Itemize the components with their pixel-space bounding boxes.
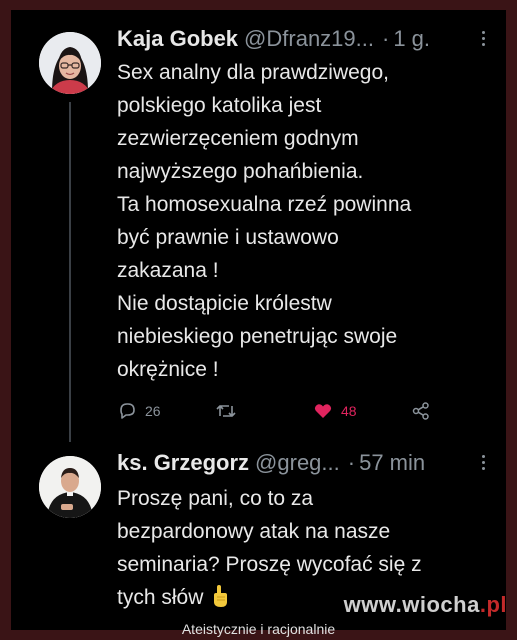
separator-dot: · — [381, 26, 390, 51]
avatar-priest-image — [39, 456, 101, 518]
tweet-text-line: okrężnice ! — [117, 358, 219, 381]
tweet-time[interactable]: 57 min — [359, 450, 425, 476]
tweet-text: Sex analny dla prawdziwego, polskiego ka… — [117, 56, 492, 386]
retweet-button[interactable] — [215, 401, 313, 421]
tweet-text-line: seminaria? Proszę wycofać się z — [117, 553, 422, 576]
watermark-suffix: .pl — [479, 592, 507, 617]
author-handle[interactable]: @Dfranz19... — [244, 26, 374, 52]
tweet-text-line: Proszę pani, co to za — [117, 487, 314, 510]
reply-button[interactable]: 26 — [117, 401, 215, 421]
heart-icon — [314, 404, 332, 418]
tweet-text-line: najwyższego pohańbienia. — [117, 160, 364, 183]
author-handle[interactable]: @greg... — [255, 450, 340, 476]
tweet-header: Kaja Gobek @Dfranz19... · 1 g. — [117, 24, 490, 54]
tweet-text-line: Ta homosexualna rzeź powinna — [117, 193, 412, 216]
share-icon — [412, 402, 429, 420]
like-count: 48 — [341, 403, 357, 419]
retweet-icon — [216, 405, 236, 417]
caption: Ateistycznie i racjonalnie — [181, 621, 336, 637]
more-options-icon[interactable] — [476, 453, 490, 473]
tweet-text-line: bezpardonowy atak na nasze — [117, 520, 391, 543]
share-button[interactable] — [411, 401, 431, 421]
thread-connector-line — [69, 102, 71, 442]
tweet-text-line: polskiego katolika jest — [117, 94, 322, 117]
reply-count: 26 — [145, 403, 161, 419]
watermark: www.wiocha.pl — [344, 592, 507, 618]
avatar[interactable] — [39, 32, 101, 94]
tweet-text-line: zakazana ! — [117, 259, 219, 282]
pointing-up-emoji-icon — [211, 584, 229, 618]
separator-dot: · — [347, 450, 356, 475]
tweet-kaja-gobek[interactable]: Kaja Gobek @Dfranz19... · 1 g. Sex analn… — [11, 10, 506, 442]
tweet-actions: 26 48 — [117, 398, 431, 424]
author-name[interactable]: ks. Grzegorz — [117, 450, 249, 476]
more-options-icon[interactable] — [476, 29, 490, 49]
tweet-thread: Kaja Gobek @Dfranz19... · 1 g. Sex analn… — [11, 10, 506, 630]
watermark-main: www.wiocha — [343, 592, 480, 617]
author-name[interactable]: Kaja Gobek — [117, 26, 238, 52]
tweet-text-line: tych słów — [117, 586, 204, 609]
avatar-woman-image — [39, 32, 101, 94]
tweet-header: ks. Grzegorz @greg... · 57 min — [117, 448, 490, 478]
tweet-text-line: być prawnie i ustawowo — [117, 226, 339, 249]
tweet-text-line: Sex analny dla prawdziwego, — [117, 61, 389, 84]
tweet-text-line: Nie dostąpicie królestw — [117, 292, 332, 315]
tweet-text-line: zezwierzęceniem godnym — [117, 127, 359, 150]
tweet-time[interactable]: 1 g. — [393, 26, 430, 52]
tweet-text-line: niebieskiego penetrując swoje — [117, 325, 398, 348]
reply-icon — [120, 403, 135, 419]
like-button[interactable]: 48 — [313, 401, 411, 421]
avatar[interactable] — [39, 456, 101, 518]
